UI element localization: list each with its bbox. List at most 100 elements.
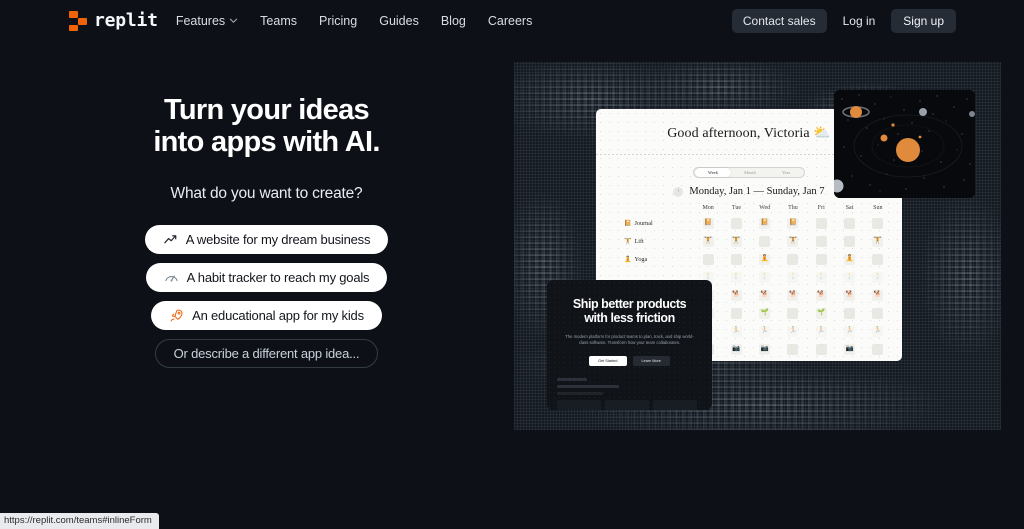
login-button[interactable]: Log in	[837, 9, 882, 33]
habit-cell-checked[interactable]: 🕯️	[730, 271, 742, 283]
habit-cell-empty[interactable]	[872, 343, 884, 355]
habit-cell-wrap	[835, 217, 863, 229]
habit-cell-empty[interactable]	[872, 253, 884, 265]
habit-cell-empty[interactable]	[702, 253, 714, 265]
habit-cell-empty[interactable]	[872, 217, 884, 229]
nav-label-blog: Blog	[440, 13, 466, 28]
hero-section: Turn your ideas into apps with AI. What …	[0, 94, 533, 368]
habit-cell-checked[interactable]: 🐕	[872, 289, 884, 301]
habit-cell-checked[interactable]: 🕯️	[787, 271, 799, 283]
habit-cell-empty[interactable]	[872, 307, 884, 319]
habit-cell-empty[interactable]	[730, 217, 742, 229]
range-option-week[interactable]: Week	[695, 168, 731, 177]
habit-cell-wrap	[807, 253, 835, 265]
chevron-down-icon	[229, 16, 238, 25]
habit-cell-checked[interactable]: 🐕	[815, 289, 827, 301]
rocket-icon	[169, 308, 184, 323]
previous-week-button[interactable]: ‹	[673, 186, 684, 197]
habit-cell-empty[interactable]	[759, 235, 771, 247]
nav-item-guides[interactable]: Guides	[379, 14, 419, 28]
nav-item-blog[interactable]: Blog	[441, 14, 466, 28]
habit-cell-wrap: 🕯️	[807, 271, 835, 283]
habit-cell-checked[interactable]: 🐕	[787, 289, 799, 301]
habit-cell-checked[interactable]: 🏃	[844, 325, 856, 337]
habit-cell-checked[interactable]: 🧘	[844, 253, 856, 265]
habit-cell-wrap	[779, 343, 807, 355]
habit-cell-checked[interactable]: 📔	[787, 217, 799, 229]
suggestion-website-business[interactable]: A website for my dream business	[144, 224, 389, 254]
habit-cell-empty[interactable]	[815, 217, 827, 229]
habit-cell-empty[interactable]	[787, 307, 799, 319]
habit-cell-checked[interactable]: 🕯️	[872, 271, 884, 283]
habit-cell-checked[interactable]: 🏃	[759, 325, 771, 337]
learn-more-button[interactable]: Learn More	[632, 355, 670, 366]
habit-cell-wrap	[722, 307, 750, 319]
nav-item-teams[interactable]: Teams	[260, 14, 297, 28]
habit-cell-empty[interactable]	[730, 253, 742, 265]
habit-cell-row: 📔 📔 📔	[694, 217, 892, 229]
habit-cell-wrap: 🕯️	[779, 271, 807, 283]
habit-cell-empty[interactable]	[844, 217, 856, 229]
range-option-month[interactable]: Month	[732, 170, 768, 175]
day-header: Thu	[788, 205, 798, 211]
habit-cell-checked[interactable]: 🏃	[815, 325, 827, 337]
habit-cell-wrap: 🏃	[779, 325, 807, 337]
habit-cell-checked[interactable]: 🐕	[730, 289, 742, 301]
habit-name: 🧘 Yoga	[596, 256, 694, 263]
habit-cell-checked[interactable]: 🏋️	[702, 235, 714, 247]
nav-item-features[interactable]: Features	[176, 14, 238, 28]
day-header: Fri	[817, 205, 825, 211]
habit-cell-checked[interactable]: 📔	[702, 217, 714, 229]
habit-cell-empty[interactable]	[787, 253, 799, 265]
habit-cell-empty[interactable]	[815, 343, 827, 355]
date-range-label: Monday, Jan 1 — Sunday, Jan 7	[689, 186, 825, 197]
habit-cell-empty[interactable]	[815, 253, 827, 265]
habit-cell-empty[interactable]	[787, 343, 799, 355]
get-started-button[interactable]: Get Started	[589, 355, 627, 366]
habit-cell-checked[interactable]: 🏋️	[787, 235, 799, 247]
habit-cell-checked[interactable]: 🐕	[759, 289, 771, 301]
habit-cell-empty[interactable]	[730, 307, 742, 319]
range-selector[interactable]: Week Month Year	[693, 167, 805, 178]
habit-cell-checked[interactable]: 🧘	[759, 253, 771, 265]
suggestion-habit-tracker[interactable]: A habit tracker to reach my goals	[145, 262, 388, 292]
suggestion-describe-other[interactable]: Or describe a different app idea...	[154, 338, 379, 368]
habit-cell-checked[interactable]: 🏃	[787, 325, 799, 337]
habit-cell-wrap	[864, 307, 892, 319]
headline-line-2: into apps with AI.	[153, 125, 380, 158]
range-option-year[interactable]: Year	[768, 170, 804, 175]
habit-cell-checked[interactable]: 🕯️	[759, 271, 771, 283]
habit-cell-wrap	[864, 253, 892, 265]
habit-cell-checked[interactable]: 🕯️	[844, 271, 856, 283]
habit-cell-checked[interactable]: 🏃	[872, 325, 884, 337]
habit-cell-checked[interactable]: 🌱	[815, 307, 827, 319]
habit-cell-checked[interactable]: 🏋️	[730, 235, 742, 247]
suggestion-educational-app[interactable]: An educational app for my kids	[151, 300, 382, 330]
replit-logo-text: replit	[94, 9, 158, 31]
primary-nav: Features Teams Pricing Guides Blog Caree…	[176, 14, 533, 28]
replit-logo[interactable]: replit	[68, 10, 158, 32]
habit-name-label: Journal	[634, 219, 653, 227]
habit-cell-checked[interactable]: 📔	[759, 217, 771, 229]
habit-cell-checked[interactable]: 📷	[730, 343, 742, 355]
habit-cell-empty[interactable]	[844, 307, 856, 319]
signup-button[interactable]: Sign up	[891, 8, 956, 33]
habit-cell-wrap	[835, 235, 863, 247]
habit-cell-empty[interactable]	[844, 235, 856, 247]
habit-cell-empty[interactable]	[815, 235, 827, 247]
contact-sales-button[interactable]: Contact sales	[731, 8, 827, 33]
habit-cell-checked[interactable]: 🐕	[844, 289, 856, 301]
suggestion-list: A website for my dream business A habit …	[144, 224, 389, 368]
habit-cell-wrap: 🏃	[835, 325, 863, 337]
habit-cell-checked[interactable]: 🏃	[730, 325, 742, 337]
habit-cell-checked[interactable]: 🏋️	[872, 235, 884, 247]
nav-item-careers[interactable]: Careers	[488, 14, 532, 28]
habit-cell-checked[interactable]: 📷	[759, 343, 771, 355]
habit-cell-wrap: 🐕	[779, 289, 807, 301]
product-card-title: Ship better products with less friction	[547, 297, 712, 326]
habit-cell-checked[interactable]: 🕯️	[815, 271, 827, 283]
habit-cell-checked[interactable]: 📷	[844, 343, 856, 355]
habit-cell-wrap: 📷	[722, 343, 750, 355]
habit-cell-checked[interactable]: 🌱	[759, 307, 771, 319]
nav-item-pricing[interactable]: Pricing	[319, 14, 357, 28]
